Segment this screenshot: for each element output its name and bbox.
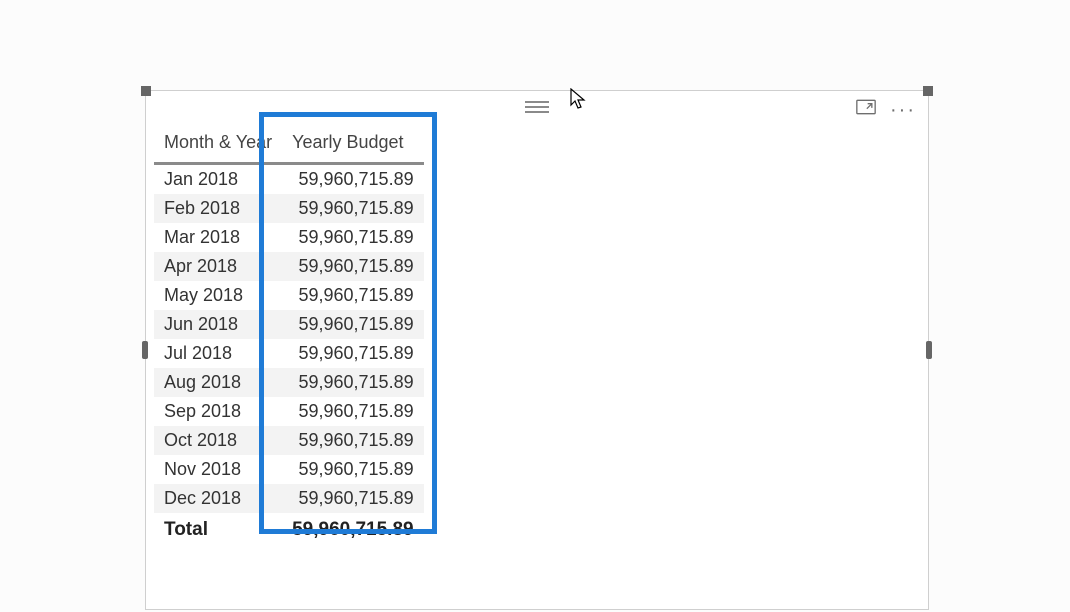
- cell-month: Jul 2018: [154, 339, 282, 368]
- cell-budget: 59,960,715.89: [282, 281, 424, 310]
- cell-budget: 59,960,715.89: [282, 223, 424, 252]
- table-row[interactable]: Nov 201859,960,715.89: [154, 455, 424, 484]
- table-header-row: Month & Year Yearly Budget: [154, 123, 424, 164]
- data-table: Month & Year Yearly Budget Jan 201859,96…: [154, 123, 424, 551]
- table-row[interactable]: Dec 201859,960,715.89: [154, 484, 424, 513]
- cell-month: Mar 2018: [154, 223, 282, 252]
- table-row[interactable]: Sep 201859,960,715.89: [154, 397, 424, 426]
- resize-handle-left[interactable]: [142, 341, 148, 359]
- table-row[interactable]: May 201859,960,715.89: [154, 281, 424, 310]
- table-total-row: Total59,960,715.89: [154, 513, 424, 551]
- cell-budget: 59,960,715.89: [282, 252, 424, 281]
- cell-month: May 2018: [154, 281, 282, 310]
- cell-budget: 59,960,715.89: [282, 368, 424, 397]
- table-row[interactable]: Oct 201859,960,715.89: [154, 426, 424, 455]
- table-row[interactable]: Jul 201859,960,715.89: [154, 339, 424, 368]
- cell-month: Jan 2018: [154, 164, 282, 195]
- drag-handle-icon[interactable]: [523, 99, 551, 115]
- cell-month: Oct 2018: [154, 426, 282, 455]
- visual-container[interactable]: ··· Month & Year Yearly Budget Jan 20185…: [145, 90, 929, 610]
- cell-budget: 59,960,715.89: [282, 397, 424, 426]
- cell-budget: 59,960,715.89: [282, 339, 424, 368]
- cell-month: Sep 2018: [154, 397, 282, 426]
- cell-month: Dec 2018: [154, 484, 282, 513]
- table-row[interactable]: Jun 201859,960,715.89: [154, 310, 424, 339]
- column-header-month[interactable]: Month & Year: [154, 123, 282, 164]
- cell-budget: 59,960,715.89: [282, 310, 424, 339]
- cell-budget: 59,960,715.89: [282, 194, 424, 223]
- cell-budget: 59,960,715.89: [282, 484, 424, 513]
- cell-budget: 59,960,715.89: [282, 164, 424, 195]
- focus-mode-icon[interactable]: [856, 99, 876, 120]
- cell-budget: 59,960,715.89: [282, 455, 424, 484]
- table-row[interactable]: Mar 201859,960,715.89: [154, 223, 424, 252]
- cell-month: Feb 2018: [154, 194, 282, 223]
- table-row[interactable]: Jan 201859,960,715.89: [154, 164, 424, 195]
- cell-month: Aug 2018: [154, 368, 282, 397]
- resize-handle-tl[interactable]: [141, 86, 151, 96]
- cell-budget: 59,960,715.89: [282, 426, 424, 455]
- visual-toolbar: ···: [856, 99, 916, 120]
- cell-month: Apr 2018: [154, 252, 282, 281]
- resize-handle-tr[interactable]: [923, 86, 933, 96]
- column-header-budget[interactable]: Yearly Budget: [282, 123, 424, 164]
- table-row[interactable]: Apr 201859,960,715.89: [154, 252, 424, 281]
- cell-month: Nov 2018: [154, 455, 282, 484]
- total-label: Total: [154, 513, 282, 551]
- total-value: 59,960,715.89: [282, 513, 424, 551]
- table-row[interactable]: Aug 201859,960,715.89: [154, 368, 424, 397]
- more-options-icon[interactable]: ···: [890, 106, 916, 114]
- resize-handle-right[interactable]: [926, 341, 932, 359]
- table-row[interactable]: Feb 201859,960,715.89: [154, 194, 424, 223]
- cell-month: Jun 2018: [154, 310, 282, 339]
